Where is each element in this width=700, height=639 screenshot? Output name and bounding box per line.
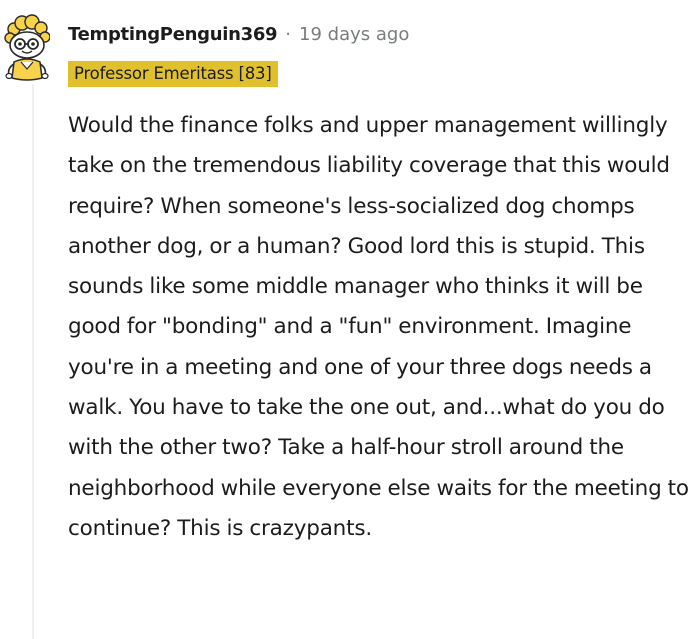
thread-line[interactable] xyxy=(32,84,34,639)
comment-body: Would the finance folks and upper manage… xyxy=(68,113,689,541)
snoo-avatar-icon[interactable] xyxy=(4,12,50,82)
timestamp-link[interactable]: 19 days ago xyxy=(299,24,409,45)
username-link[interactable]: TemptingPenguin369 xyxy=(68,24,278,45)
comment: TemptingPenguin369 · 19 days ago Profess… xyxy=(0,0,700,639)
meta-separator: · xyxy=(285,23,292,45)
comment-header: TemptingPenguin369 · 19 days ago xyxy=(68,20,409,48)
user-flair: Professor Emeritass [83] xyxy=(68,61,278,87)
